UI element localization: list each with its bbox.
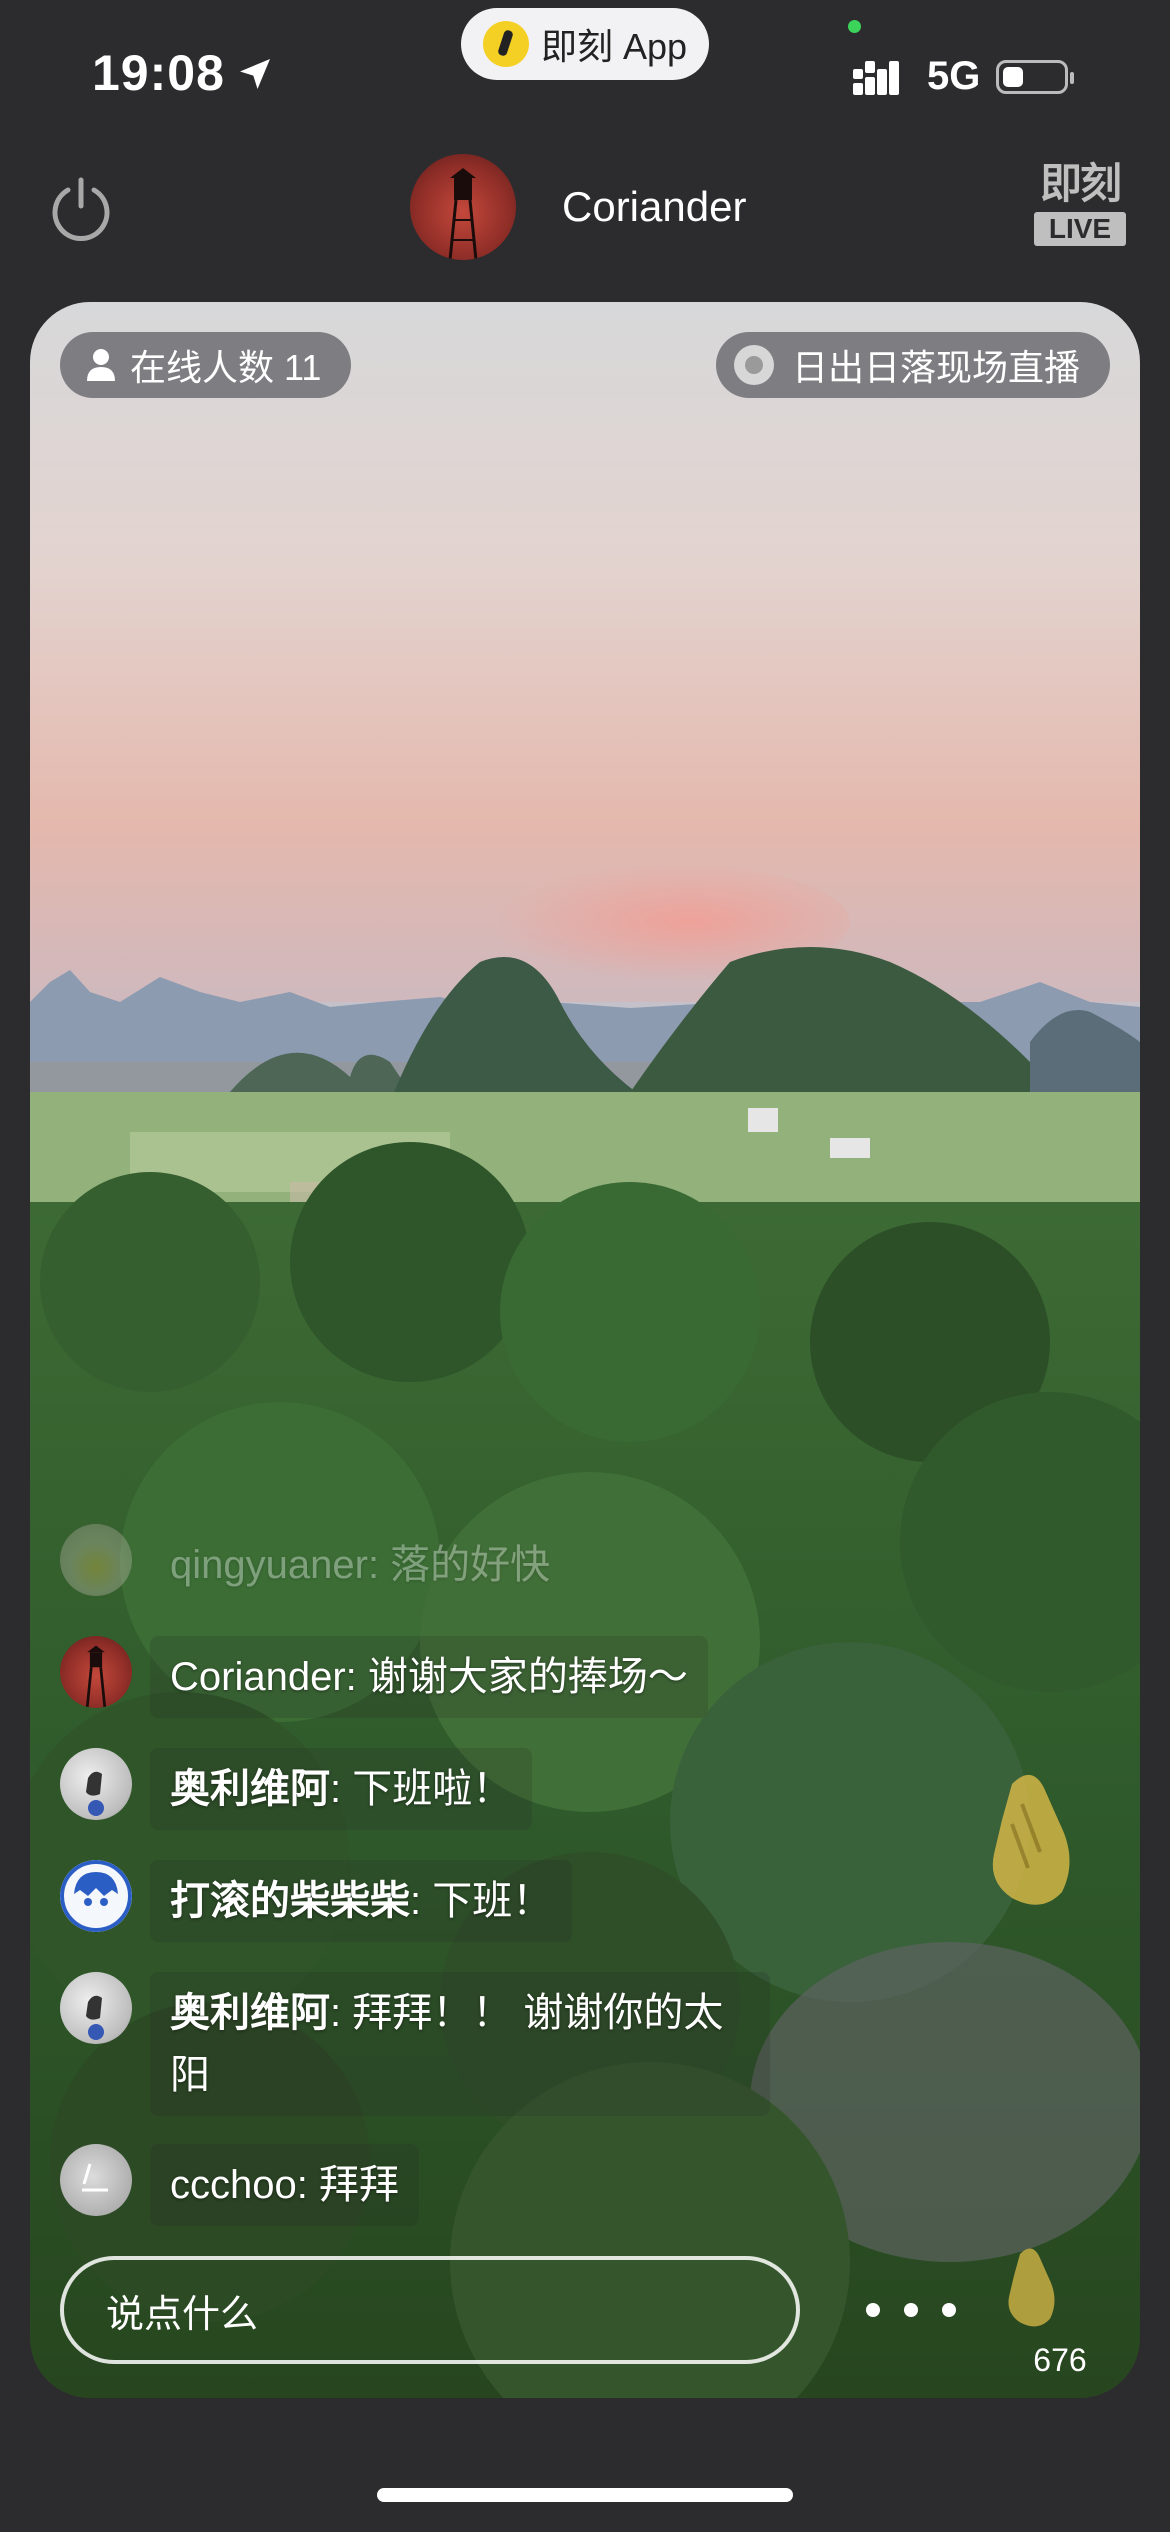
like-count[interactable]: 676 [1000, 2342, 1120, 2379]
home-indicator[interactable] [377, 2488, 793, 2502]
power-icon[interactable] [48, 176, 114, 242]
topic-pill[interactable]: 日出日落现场直播 [715, 332, 1110, 398]
comment-text: : 下班！ [410, 1879, 553, 1923]
topic-label: 日出日落现场直播 [791, 347, 1080, 388]
comment-text: : 落的好快 [367, 1543, 551, 1587]
comment-user: qingyuaner [170, 1543, 368, 1587]
commenter-avatar [60, 2144, 132, 2216]
signal-icon [853, 60, 899, 95]
bird-avatar-icon [86, 1771, 104, 1816]
comment-user: ccchoo [170, 2163, 297, 2207]
comment-text: : 谢谢大家的捧场～ [345, 1655, 688, 1699]
online-count-pill: 在线人数 11 [60, 332, 352, 398]
comment-bubble: qingyuaner: 落的好快 [150, 1524, 570, 1606]
battery-level [1003, 66, 1024, 87]
user-icon [87, 349, 115, 381]
comment-item[interactable]: 打滚的柴柴柴: 下班！ [60, 1860, 573, 1942]
commenter-avatar [60, 1636, 132, 1708]
sketch-avatar-icon [82, 2163, 108, 2192]
comment-user: 奥利维阿 [170, 1767, 330, 1811]
comment-item[interactable]: 奥利维阿: 拜拜！！ 谢谢你的太阳 [60, 1972, 770, 2116]
logo-text: 即刻 [1039, 160, 1122, 207]
comment-text: : 拜拜 [296, 2163, 399, 2207]
commenter-avatar [60, 1860, 132, 1932]
status-time: 19:08 [92, 44, 275, 102]
comment-bubble: 奥利维阿: 拜拜！！ 谢谢你的太阳 [150, 1972, 770, 2116]
anime-avatar-icon [60, 1860, 132, 1932]
status-right: 5G [853, 54, 1075, 99]
back-to-app-pill[interactable]: 即刻 App [461, 8, 709, 80]
comment-item[interactable]: 奥利维阿: 下班啦！ [60, 1748, 533, 1830]
camera-indicator-dot [848, 20, 861, 33]
logo-badge: LIVE [1034, 212, 1126, 246]
bird-avatar-icon [86, 1995, 104, 2040]
comment-bubble: Coriander: 谢谢大家的捧场～ [150, 1636, 708, 1718]
comment-bubble: ccchoo: 拜拜 [150, 2144, 419, 2226]
live-stream-view[interactable]: 在线人数 11 日出日落现场直播 qingyuaner: 落的好快 Corian… [30, 302, 1140, 2398]
comment-bubble: 打滚的柴柴柴: 下班！ [150, 1860, 573, 1942]
record-dot-icon [733, 345, 774, 385]
comment-item[interactable]: Coriander: 谢谢大家的捧场～ [60, 1636, 708, 1718]
comment-input-placeholder: 说点什么 [106, 2293, 259, 2336]
commenter-avatar [60, 1972, 132, 2044]
comment-bubble: 奥利维阿: 下班啦！ [150, 1748, 533, 1830]
network-label: 5G [927, 54, 981, 98]
commenter-avatar [60, 1748, 132, 1820]
comment-input[interactable]: 说点什么 [60, 2256, 800, 2364]
comment-user: 打滚的柴柴柴 [170, 1879, 410, 1923]
water-tower-icon [448, 168, 478, 260]
clap-hands-icon [992, 1774, 1070, 1905]
app-pill-label: 即刻 App [540, 26, 688, 67]
comment-item[interactable]: ccchoo: 拜拜 [60, 2144, 419, 2226]
online-count-label: 在线人数 11 [130, 347, 322, 388]
comment-user: 奥利维阿 [170, 1991, 330, 2035]
jike-live-logo: 即刻 LIVE [1034, 160, 1126, 246]
host-name[interactable]: Coriander [562, 183, 746, 231]
app-logo-icon [482, 21, 529, 67]
battery-icon [996, 59, 1075, 94]
commenter-avatar [60, 1524, 132, 1596]
more-dots-icon[interactable] [866, 2282, 956, 2338]
comment-user: Coriander [170, 1655, 346, 1699]
host-avatar[interactable] [410, 154, 516, 260]
comment-text: : 下班啦！ [330, 1767, 513, 1811]
clap-hands-icon [1008, 2248, 1055, 2327]
water-tower-icon [85, 1645, 107, 1708]
comment-item[interactable]: qingyuaner: 落的好快 [60, 1524, 570, 1606]
location-arrow-icon [239, 59, 270, 89]
time-text: 19:08 [92, 45, 225, 101]
